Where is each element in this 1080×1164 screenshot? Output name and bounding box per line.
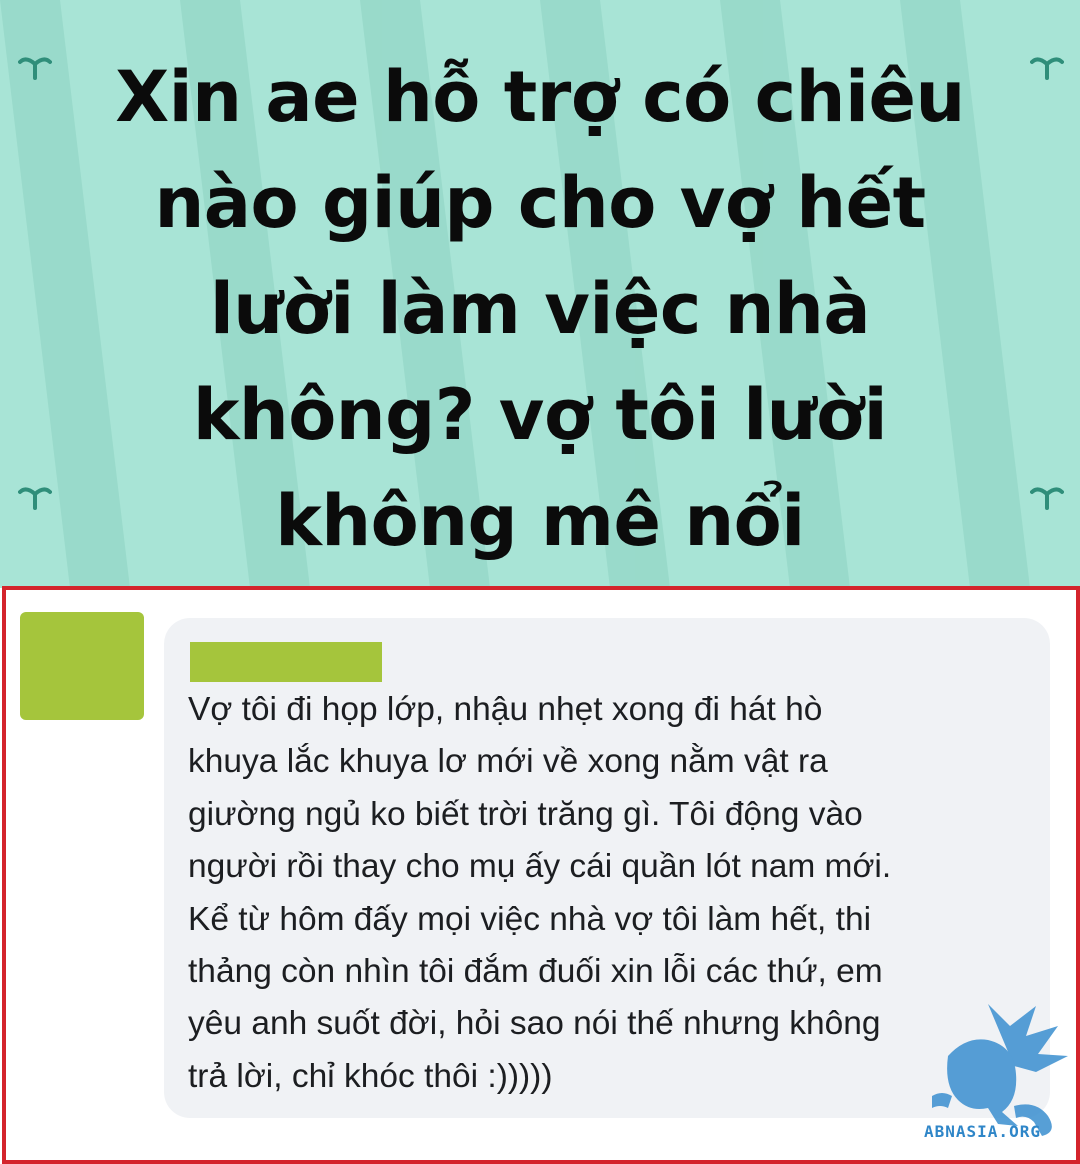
comment-line: giường ngủ ko biết trời trăng gì. Tôi độ… <box>188 795 863 833</box>
headline-line: nào giúp cho vợ hết <box>154 162 926 244</box>
headline-line: không? vợ tôi lười <box>192 374 888 456</box>
comment-line: người rồi thay cho mụ ấy cái quần lót na… <box>188 848 892 886</box>
headline-line: Xin ae hỗ trợ có chiêu <box>115 56 965 138</box>
comment-line: Vợ tôi đi họp lớp, nhậu nhẹt xong đi hát… <box>188 691 823 728</box>
comment-text: Vợ tôi đi họp lớp, nhậu nhẹt xong đi hát… <box>188 684 1038 1103</box>
comment-line: Kể từ hôm đấy mọi việc nhà vợ tôi làm hế… <box>188 900 872 938</box>
headline-line: không mê nổi <box>275 480 805 562</box>
post-header-image: Xin ae hỗ trợ có chiêu nào giúp cho vợ h… <box>0 0 1080 588</box>
comment-line: trả lời, chỉ khóc thôi :))))) <box>188 1057 553 1095</box>
comment-line: khuya lắc khuya lơ mới về xong nằm vật r… <box>188 743 828 781</box>
headline-line: lười làm việc nhà <box>209 268 871 350</box>
comment-line: yêu anh suốt đời, hỏi sao nói thế nhưng … <box>188 1005 881 1043</box>
headline: Xin ae hỗ trợ có chiêu nào giúp cho vợ h… <box>40 44 1040 574</box>
comment-line: thảng còn nhìn tôi đắm đuối xin lỗi các … <box>188 953 883 991</box>
watermark-text: ABNASIA.ORG <box>924 1122 1041 1141</box>
commenter-name-redacted[interactable] <box>190 642 382 682</box>
avatar[interactable] <box>20 612 144 720</box>
